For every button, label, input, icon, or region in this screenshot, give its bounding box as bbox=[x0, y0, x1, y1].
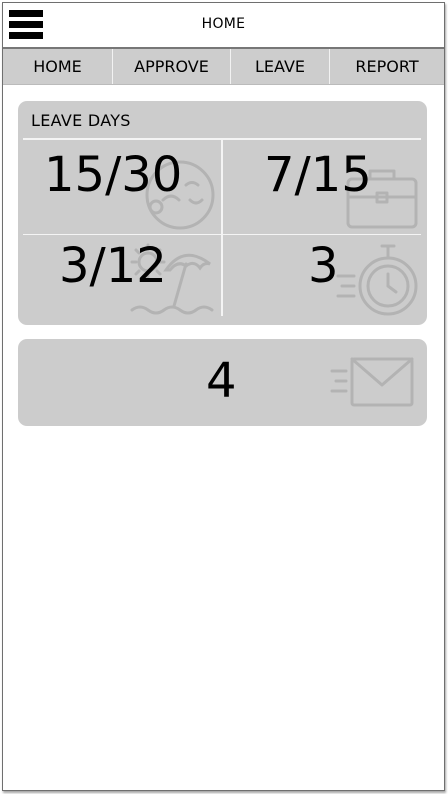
stat-value: 3 bbox=[308, 238, 339, 294]
tab-report[interactable]: REPORT bbox=[330, 49, 444, 84]
nav-tabs: HOME APPROVE LEAVE REPORT bbox=[3, 49, 444, 85]
stat-value: 3/12 bbox=[59, 238, 167, 294]
leave-days-title: LEAVE DAYS bbox=[31, 111, 131, 130]
stopwatch-icon bbox=[336, 244, 418, 316]
top-bar: HOME bbox=[3, 3, 444, 49]
messages-card[interactable]: 4 bbox=[18, 339, 427, 426]
messages-count: 4 bbox=[206, 353, 237, 409]
page-title: HOME bbox=[201, 16, 246, 32]
vacation-leave-stat[interactable]: 3/12 bbox=[23, 236, 220, 330]
sick-leave-stat[interactable]: 15/30 bbox=[23, 141, 220, 235]
leave-days-card: LEAVE DAYS 15/30 7/15 3/12 3 bbox=[18, 101, 427, 325]
phone-frame: HOME HOME APPROVE LEAVE REPORT LEAVE DAY… bbox=[2, 2, 445, 791]
business-leave-stat[interactable]: 7/15 bbox=[224, 141, 421, 235]
stat-value: 15/30 bbox=[44, 147, 183, 203]
overtime-leave-stat[interactable]: 3 bbox=[224, 236, 421, 330]
tab-leave[interactable]: LEAVE bbox=[231, 49, 330, 84]
tab-home[interactable]: HOME bbox=[3, 49, 113, 84]
tab-approve[interactable]: APPROVE bbox=[113, 49, 231, 84]
envelope-icon bbox=[330, 357, 414, 407]
divider bbox=[221, 140, 223, 316]
stat-value: 7/15 bbox=[264, 147, 372, 203]
